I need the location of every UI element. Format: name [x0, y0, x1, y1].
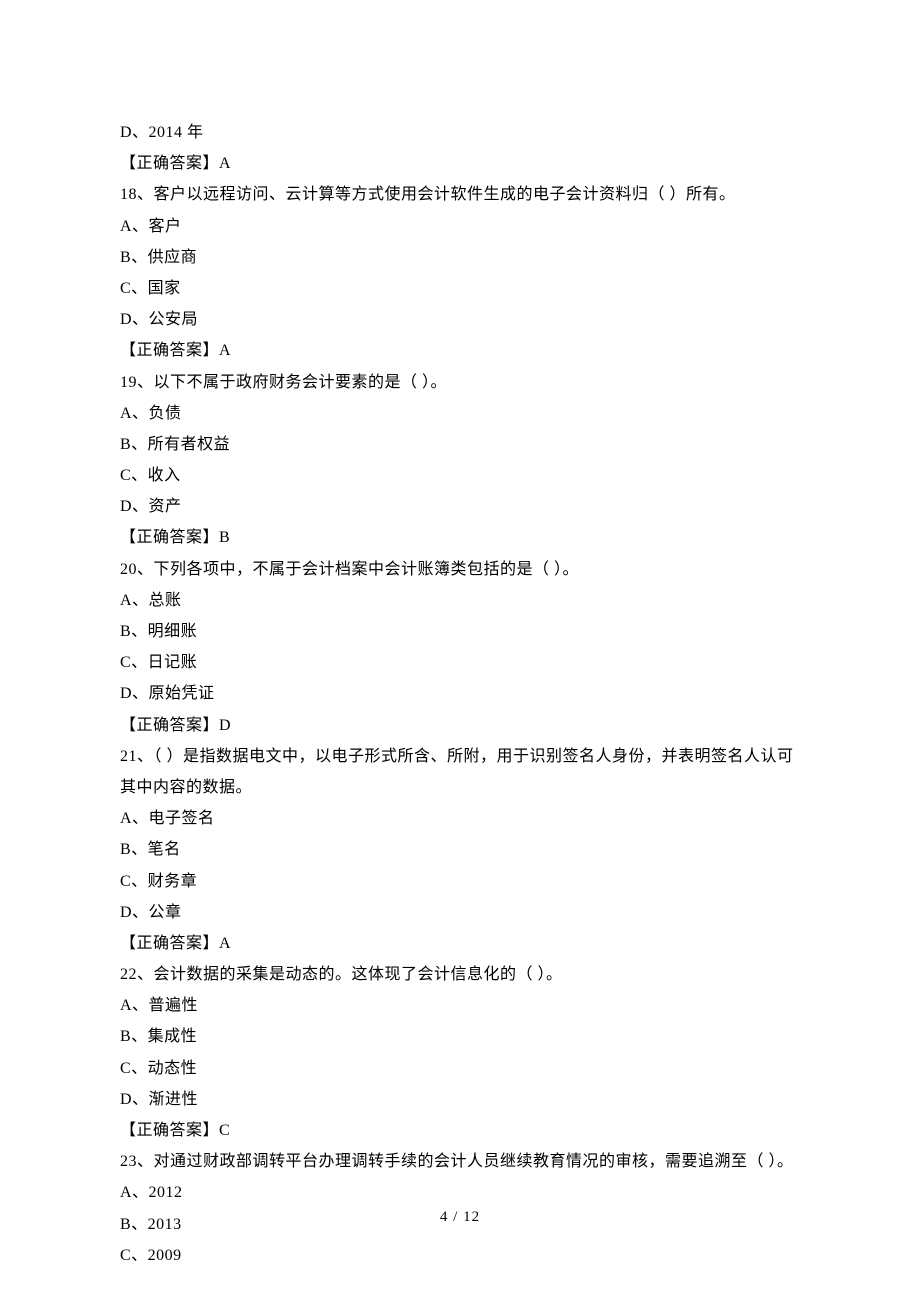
q22-option-d: D、渐进性 — [120, 1084, 800, 1115]
page-number: 4 / 12 — [0, 1203, 920, 1232]
q18-answer: 【正确答案】A — [120, 335, 800, 366]
q22-option-c: C、动态性 — [120, 1053, 800, 1084]
q22-option-a: A、普遍性 — [120, 990, 800, 1021]
q19-option-c: C、收入 — [120, 460, 800, 491]
q23-option-c: C、2009 — [120, 1240, 800, 1271]
q21-option-b: B、笔名 — [120, 834, 800, 865]
q23-stem: 23、对通过财政部调转平台办理调转手续的会计人员继续教育情况的审核，需要追溯至（… — [120, 1146, 800, 1177]
q21-option-a: A、电子签名 — [120, 803, 800, 834]
q18-option-b: B、供应商 — [120, 242, 800, 273]
q20-stem: 20、下列各项中，不属于会计档案中会计账簿类包括的是（ ）。 — [120, 554, 800, 585]
q20-option-d: D、原始凭证 — [120, 678, 800, 709]
q18-option-d: D、公安局 — [120, 304, 800, 335]
q18-option-c: C、国家 — [120, 273, 800, 304]
document-body: D、2014 年 【正确答案】A 18、客户以远程访问、云计算等方式使用会计软件… — [120, 117, 800, 1271]
q17-answer: 【正确答案】A — [120, 148, 800, 179]
q20-option-c: C、日记账 — [120, 647, 800, 678]
q19-option-a: A、负债 — [120, 398, 800, 429]
q22-option-b: B、集成性 — [120, 1021, 800, 1052]
q21-option-d: D、公章 — [120, 897, 800, 928]
q19-answer: 【正确答案】B — [120, 522, 800, 553]
q20-option-b: B、明细账 — [120, 616, 800, 647]
q19-stem: 19、以下不属于政府财务会计要素的是（ ）。 — [120, 367, 800, 398]
q22-answer: 【正确答案】C — [120, 1115, 800, 1146]
q17-option-d: D、2014 年 — [120, 117, 800, 148]
q20-option-a: A、总账 — [120, 585, 800, 616]
q21-stem: 21、（ ）是指数据电文中，以电子形式所含、所附，用于识别签名人身份，并表明签名… — [120, 741, 800, 803]
q20-answer: 【正确答案】D — [120, 710, 800, 741]
q21-answer: 【正确答案】A — [120, 928, 800, 959]
q19-option-b: B、所有者权益 — [120, 429, 800, 460]
q22-stem: 22、会计数据的采集是动态的。这体现了会计信息化的（ ）。 — [120, 959, 800, 990]
q21-option-c: C、财务章 — [120, 866, 800, 897]
q19-option-d: D、资产 — [120, 491, 800, 522]
q18-stem: 18、客户以远程访问、云计算等方式使用会计软件生成的电子会计资料归（ ）所有。 — [120, 179, 800, 210]
q18-option-a: A、客户 — [120, 211, 800, 242]
